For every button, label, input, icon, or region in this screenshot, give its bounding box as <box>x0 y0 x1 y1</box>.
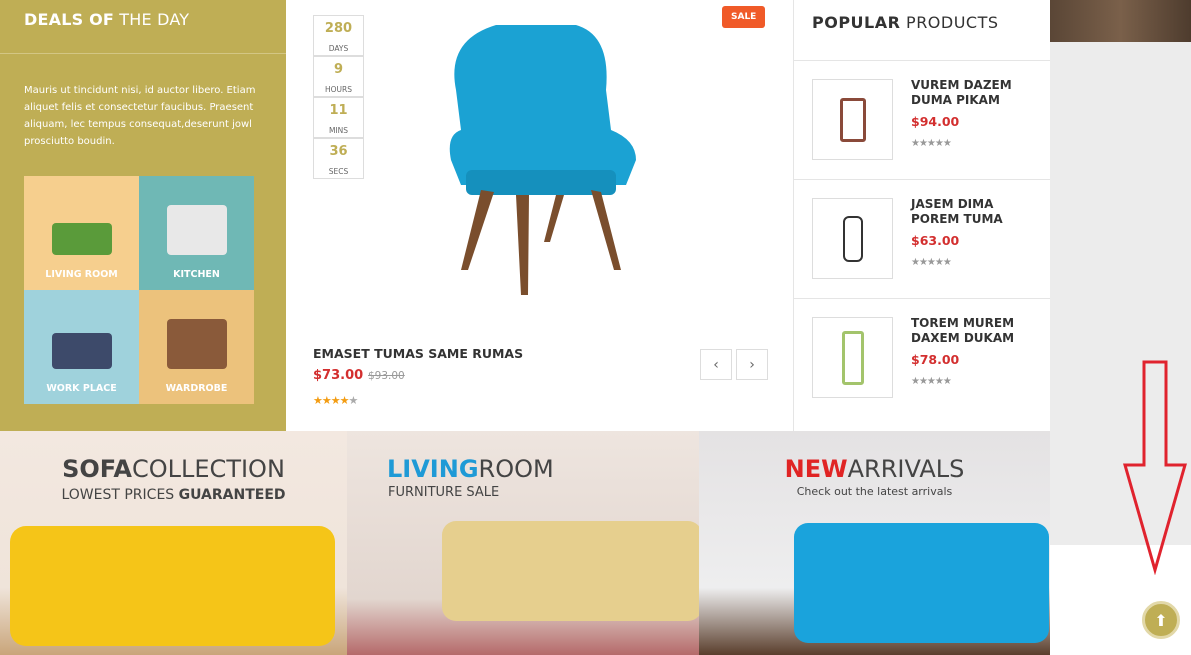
desk-icon <box>51 333 112 369</box>
product-thumbnail[interactable] <box>812 79 893 160</box>
banner-subtitle: LOWEST PRICES GUARANTEED <box>61 487 286 503</box>
popular-title: POPULAR PRODUCTS <box>812 13 999 32</box>
category-wardrobe[interactable]: WARDROBE <box>139 290 254 404</box>
rating-stars: ★★★★★ <box>911 257 952 268</box>
sale-badge: SALE <box>722 6 766 28</box>
product-price: $78.00 <box>911 352 960 367</box>
product-name[interactable]: TOREM MUREM DAXEM DUKAM <box>911 316 1041 346</box>
arrow-up-icon: ⬆ <box>1154 610 1168 630</box>
banner-living-room[interactable]: LIVINGROOM FURNITURE SALE <box>347 431 699 655</box>
wood-background <box>1050 0 1191 42</box>
product-name[interactable]: JASEM DIMA POREM TUMA <box>911 197 1041 227</box>
product-price: $94.00 <box>911 114 960 129</box>
sofa-image <box>442 521 699 621</box>
prev-button[interactable]: ‹ <box>700 349 732 380</box>
product-thumbnail[interactable] <box>812 198 893 279</box>
rating-stars: ★★★★★ <box>911 376 952 387</box>
deals-panel: DEALS OF THE DAY Mauris ut tincidunt nis… <box>0 0 286 431</box>
banner-subtitle: Check out the latest arrivals <box>796 485 953 498</box>
wardrobe-icon <box>166 319 227 369</box>
rating-stars: ★★★★★ <box>911 138 952 149</box>
product-name[interactable]: EMASET TUMAS SAME RUMAS <box>313 346 523 361</box>
list-item[interactable]: JASEM DIMA POREM TUMA $63.00 ★★★★★ <box>794 179 1050 298</box>
banner-title: NEWARRIVALS <box>784 455 965 483</box>
kitchen-icon <box>166 205 227 255</box>
banner-title: LIVINGROOM <box>387 455 554 483</box>
banner-title: SOFACOLLECTION <box>62 455 285 483</box>
list-item[interactable]: TOREM MUREM DAXEM DUKAM $78.00 ★★★★★ <box>794 298 1050 417</box>
featured-product: 280 DAYS 9 HOURS 11 MINS 36 SECS SALE EMASET… <box>286 0 793 431</box>
popular-products: POPULAR PRODUCTS VUREM DAZEM DUMA PIKAM $… <box>793 0 1050 431</box>
red-arrow-annotation <box>1123 360 1187 575</box>
category-work-place[interactable]: WORK PLACE <box>24 290 139 404</box>
category-living-room[interactable]: LIVING ROOM <box>24 176 139 290</box>
product-price: $63.00 <box>911 233 960 248</box>
sofa-image <box>10 526 335 646</box>
rating-stars: ★★★★★ <box>313 394 358 407</box>
banner-subtitle: FURNITURE SALE <box>388 485 500 500</box>
divider <box>0 53 286 54</box>
chair-image[interactable] <box>436 20 646 300</box>
product-name[interactable]: VUREM DAZEM DUMA PIKAM <box>911 78 1041 108</box>
sofa-icon <box>51 223 112 255</box>
sofa-image <box>794 523 1049 643</box>
product-old-price: $93.00 <box>368 370 405 382</box>
deals-title: DEALS OF THE DAY <box>24 10 190 29</box>
list-item[interactable]: VUREM DAZEM DUMA PIKAM $94.00 ★★★★★ <box>794 60 1050 179</box>
banner-sofa-collection[interactable]: SOFACOLLECTION LOWEST PRICES GUARANTEED <box>0 431 347 655</box>
product-thumbnail[interactable] <box>812 317 893 398</box>
deals-description: Mauris ut tincidunt nisi, id auctor libe… <box>24 85 256 147</box>
scroll-top-button[interactable]: ⬆ <box>1142 601 1180 639</box>
product-price: $73.00 <box>313 368 364 383</box>
countdown-days: 280 DAYS <box>313 15 364 56</box>
chevron-right-icon: › <box>749 356 755 373</box>
banner-new-arrivals[interactable]: NEWARRIVALS Check out the latest arrival… <box>699 431 1050 655</box>
countdown-hours: 9 HOURS <box>313 56 364 97</box>
countdown-mins: 11 MINS <box>313 97 364 138</box>
countdown-secs: 36 SECS <box>313 138 364 179</box>
next-button[interactable]: › <box>736 349 768 380</box>
chevron-left-icon: ‹ <box>713 356 719 373</box>
page-margin: ⬆ <box>1050 0 1191 655</box>
category-kitchen[interactable]: KITCHEN <box>139 176 254 290</box>
